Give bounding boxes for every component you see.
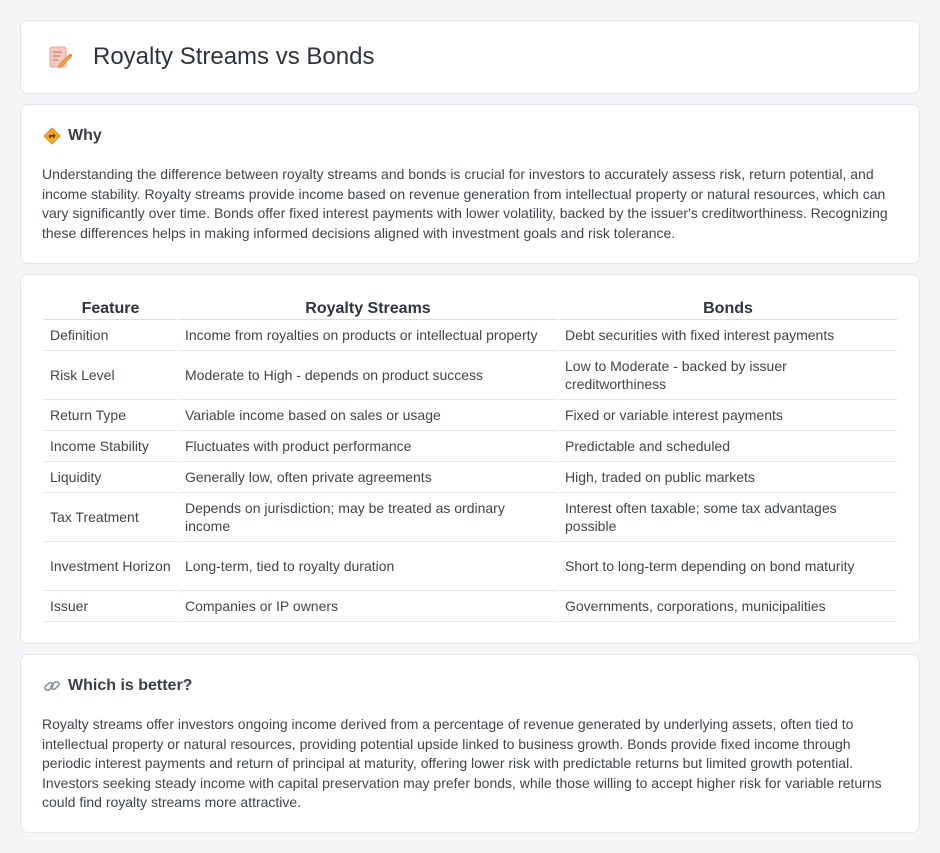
page-title: Royalty Streams vs Bonds: [93, 43, 375, 70]
royalty-cell: Income from royalties on products or int…: [179, 320, 557, 351]
royalty-cell: Long-term, tied to royalty duration: [179, 542, 557, 591]
feature-cell: Tax Treatment: [44, 493, 177, 542]
diamond-sign-icon: [43, 127, 61, 145]
link-icon: [44, 680, 60, 692]
bonds-cell: Interest often taxable; some tax advanta…: [559, 493, 897, 542]
table-row: Risk Level Moderate to High - depends on…: [44, 351, 897, 400]
table-row: Return Type Variable income based on sal…: [44, 400, 897, 431]
header-royalty-streams: Royalty Streams: [179, 298, 557, 320]
feature-cell: Return Type: [44, 400, 177, 431]
why-section: Why Understanding the difference between…: [20, 104, 920, 264]
bonds-cell: Low to Moderate - backed by issuer credi…: [559, 351, 897, 400]
comparison-section: Feature Royalty Streams Bonds Definition…: [20, 274, 920, 644]
why-title: Why: [68, 127, 102, 144]
which-is-better-section: Which is better? Royalty streams offer i…: [20, 654, 920, 833]
bonds-cell: Debt securities with fixed interest paym…: [559, 320, 897, 351]
feature-cell: Liquidity: [44, 462, 177, 493]
bonds-cell: High, traded on public markets: [559, 462, 897, 493]
which-is-better-title: Which is better?: [68, 677, 193, 694]
table-row: Definition Income from royalties on prod…: [44, 320, 897, 351]
table-row: Liquidity Generally low, often private a…: [44, 462, 897, 493]
table-row: Tax Treatment Depends on jurisdiction; m…: [44, 493, 897, 542]
table-header-row: Feature Royalty Streams Bonds: [44, 298, 897, 320]
why-text: Understanding the difference between roy…: [42, 166, 888, 241]
header-card: Royalty Streams vs Bonds: [20, 20, 920, 94]
royalty-cell: Companies or IP owners: [179, 591, 557, 622]
header-bonds: Bonds: [559, 298, 897, 320]
royalty-cell: Fluctuates with product performance: [179, 431, 557, 462]
bonds-cell: Predictable and scheduled: [559, 431, 897, 462]
feature-cell: Risk Level: [44, 351, 177, 400]
feature-cell: Income Stability: [44, 431, 177, 462]
royalty-cell: Moderate to High - depends on product su…: [179, 351, 557, 400]
royalty-cell: Depends on jurisdiction; may be treated …: [179, 493, 557, 542]
table-row: Issuer Companies or IP owners Government…: [44, 591, 897, 622]
royalty-cell: Variable income based on sales or usage: [179, 400, 557, 431]
table-row: Income Stability Fluctuates with product…: [44, 431, 897, 462]
which-is-better-text: Royalty streams offer investors ongoing …: [42, 716, 882, 810]
table-row: Investment Horizon Long-term, tied to ro…: [44, 542, 897, 591]
bonds-cell: Governments, corporations, municipalitie…: [559, 591, 897, 622]
document-edit-icon: [49, 46, 73, 69]
feature-cell: Issuer: [44, 591, 177, 622]
feature-cell: Investment Horizon: [44, 542, 177, 591]
header-feature: Feature: [44, 298, 177, 320]
royalty-cell: Generally low, often private agreements: [179, 462, 557, 493]
bonds-cell: Fixed or variable interest payments: [559, 400, 897, 431]
bonds-cell: Short to long-term depending on bond mat…: [559, 542, 897, 591]
comparison-table: Feature Royalty Streams Bonds Definition…: [42, 298, 899, 622]
feature-cell: Definition: [44, 320, 177, 351]
